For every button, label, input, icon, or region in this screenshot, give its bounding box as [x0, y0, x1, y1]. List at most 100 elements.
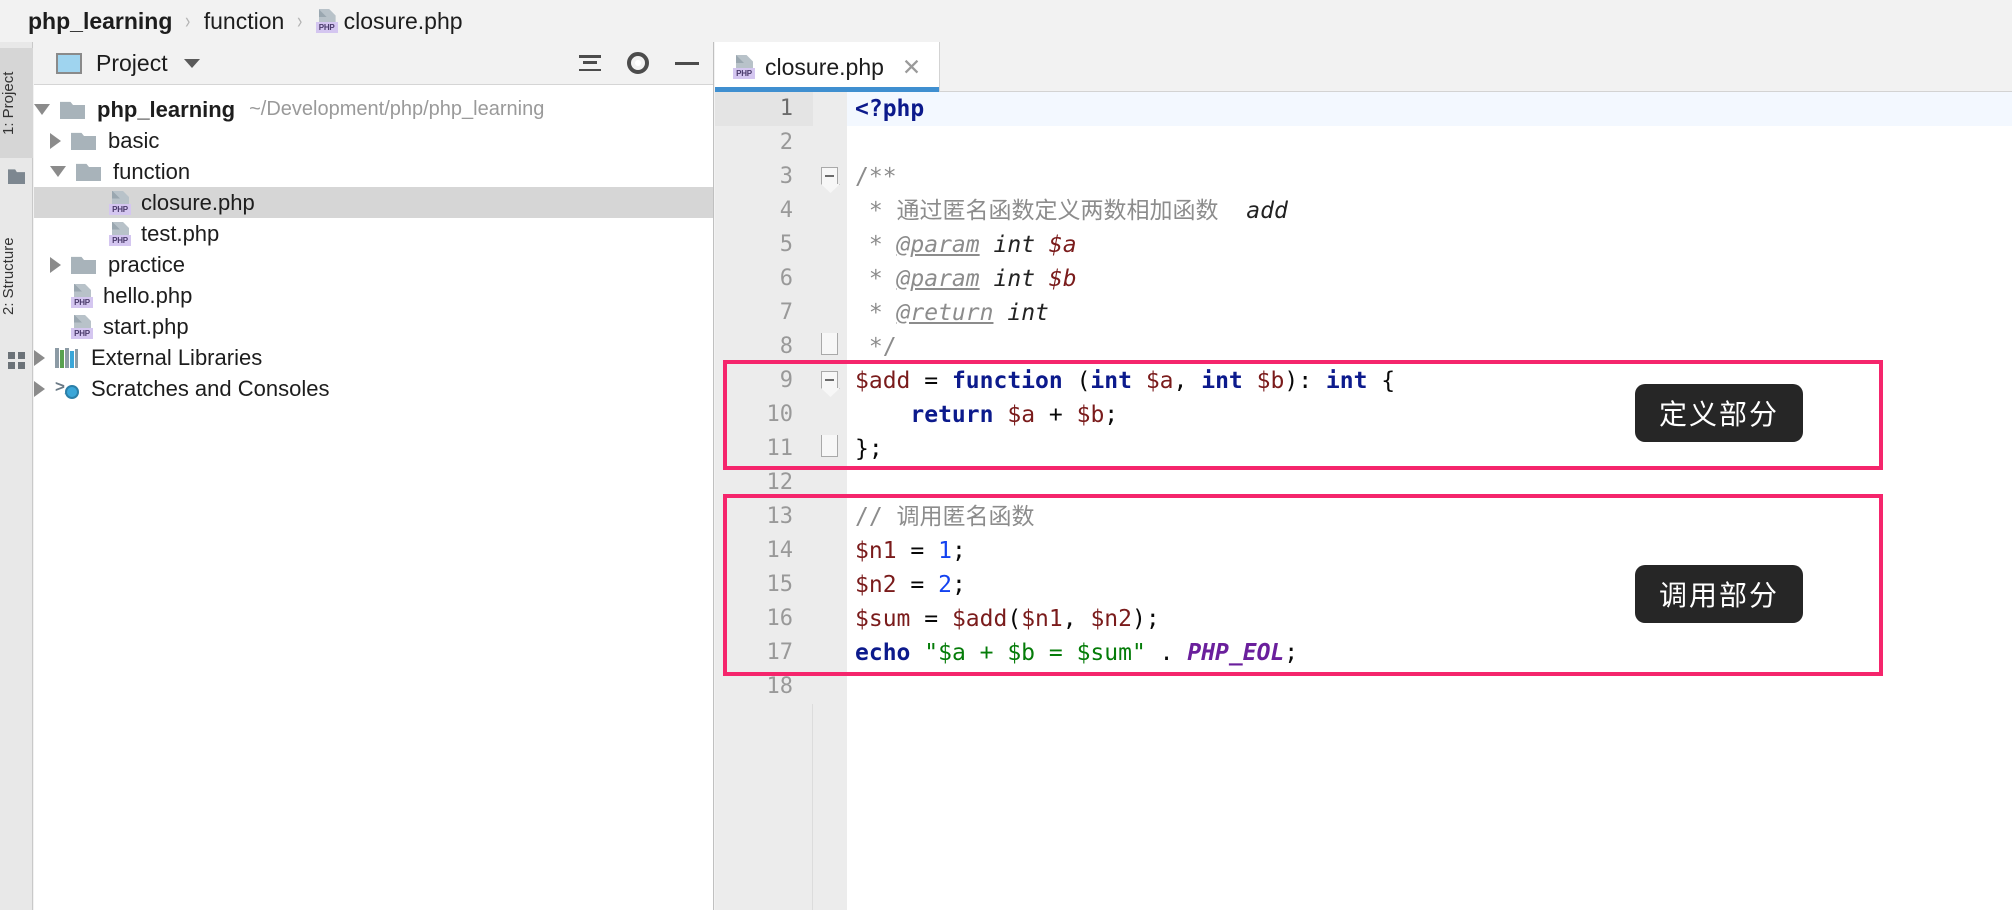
code-line[interactable]: 17 echo "$a + $b = $sum" . PHP_EOL; [715, 636, 2012, 670]
code-token: return [910, 402, 994, 428]
php-file-icon: PHP [109, 190, 131, 215]
code-line-text: echo "$a + $b = $sum" . PHP_EOL; [847, 636, 2012, 670]
tree-twisty-closed[interactable] [34, 349, 45, 366]
tree-item-label: start.php [103, 313, 189, 339]
tool-window-button-structure[interactable]: 2: Structure [0, 212, 33, 340]
code-line-text: /** [847, 160, 2012, 194]
tree-item-start-php[interactable]: PHP start.php [34, 311, 713, 342]
gear-icon[interactable] [627, 52, 649, 74]
code-line-text: <?php [847, 92, 2012, 126]
code-token: $add [855, 368, 911, 394]
tree-item-path: ~/Development/php/php_learning [249, 98, 545, 120]
fold-spacer [813, 194, 847, 228]
code-token: $n2 [1090, 606, 1132, 632]
breadcrumb-item-folder[interactable]: function [204, 8, 285, 35]
editor-tab-label: closure.php [765, 53, 884, 80]
code-token: = [910, 368, 952, 394]
tree-item-practice[interactable]: practice [34, 249, 713, 280]
code-token: ): [1284, 368, 1326, 394]
line-number: 8 [715, 330, 813, 364]
code-editor[interactable]: 1 <?php 2 3/** 4 * 通过匿名函数定义两数相加函数 add 5 * @pa… [715, 92, 2012, 910]
code-line[interactable]: 5 * @param int $a [715, 228, 2012, 262]
chevron-down-icon[interactable] [183, 58, 200, 68]
code-line-text: */ [847, 330, 2012, 364]
code-token: $n2 [855, 572, 897, 598]
fold-spacer [813, 670, 847, 704]
tree-item-php-learning[interactable]: php_learning ~/Development/php/php_learni… [34, 94, 713, 125]
fold-spacer [813, 602, 847, 636]
code-line[interactable]: 6 * @param int $b [715, 262, 2012, 296]
tree-item-test-php[interactable]: PHP test.php [34, 218, 713, 249]
code-fold-toggle[interactable] [813, 160, 847, 194]
code-line[interactable]: 4 * 通过匿名函数定义两数相加函数 add [715, 194, 2012, 228]
code-line[interactable]: 12 [715, 466, 2012, 500]
code-line[interactable]: 10 return $a + $b; [715, 398, 2012, 432]
code-line[interactable]: 16 $sum = $add($n1, $n2); [715, 602, 2012, 636]
tree-item-label: test.php [141, 220, 220, 246]
code-token: 2 [938, 572, 952, 598]
grid-icon[interactable] [8, 352, 25, 369]
code-token: * 通过匿名函数定义两数相加函数 [855, 198, 1247, 224]
code-line[interactable]: 9 $add = function (int $a, int $b): int { [715, 364, 2012, 398]
tree-item-external-libraries[interactable]: External Libraries [34, 342, 713, 373]
tree-item-label: basic [108, 127, 160, 153]
line-number: 6 [715, 262, 813, 296]
code-line[interactable]: 3 /** [715, 160, 2012, 194]
editor-tab-closure-php[interactable]: PHP closure.php ✕ [715, 42, 941, 92]
code-token: add [1246, 198, 1288, 224]
code-token: $b [1076, 402, 1105, 428]
fold-spacer [813, 398, 847, 432]
tree-twisty-closed[interactable] [34, 380, 45, 397]
collapse-all-icon[interactable] [579, 53, 601, 73]
breadcrumb-item-file[interactable]: PHP closure.php [315, 8, 463, 35]
tree-twisty-closed[interactable] [50, 132, 61, 149]
code-line[interactable]: 7 * @return int [715, 296, 2012, 330]
code-line-text: * @return int [847, 296, 2012, 330]
code-fold-toggle[interactable] [813, 432, 847, 466]
code-line[interactable]: 11}; [715, 432, 2012, 466]
libraries-icon [55, 347, 79, 368]
code-line[interactable]: 18 [715, 670, 2012, 704]
code-fold-toggle[interactable] [813, 330, 847, 364]
fold-spacer [813, 466, 847, 500]
code-line[interactable]: 2 [715, 126, 2012, 160]
tree-item-label: practice [108, 251, 186, 277]
code-token: * [855, 266, 897, 292]
code-token: @param [896, 266, 980, 292]
tool-window-button-project[interactable]: 1: Project [0, 48, 33, 158]
project-icon [56, 52, 82, 74]
folder-icon[interactable] [8, 169, 25, 184]
tree-item-closure-php[interactable]: PHP closure.php [34, 187, 713, 218]
tree-item-basic[interactable]: basic [34, 125, 713, 156]
code-line[interactable]: 15 $n2 = 2; [715, 568, 2012, 602]
tree-item-function[interactable]: function [34, 156, 713, 187]
breadcrumb-item-project[interactable]: php_learning [28, 8, 172, 35]
code-token: @param [896, 232, 980, 258]
code-line[interactable]: 1 <?php [715, 92, 2012, 126]
minimize-icon[interactable] [675, 61, 699, 65]
code-line[interactable]: 13 // 调用匿名函数 [715, 500, 2012, 534]
tree-item-hello-php[interactable]: PHP hello.php [34, 280, 713, 311]
tree-item-scratches-and-consoles[interactable]: >_ Scratches and Consoles [34, 373, 713, 404]
code-token: ( [1007, 606, 1022, 632]
folder-icon [60, 101, 85, 119]
code-token: = [896, 572, 939, 598]
code-token: 1 [938, 538, 952, 564]
editor-tab-bar: PHP closure.php ✕ [715, 42, 2012, 92]
line-number: 12 [715, 466, 813, 500]
tree-twisty-open[interactable] [50, 166, 66, 177]
code-fold-toggle[interactable] [813, 364, 847, 398]
tree-twisty-open[interactable] [34, 104, 50, 115]
close-icon[interactable]: ✕ [902, 55, 921, 79]
code-line[interactable]: 14 $n1 = 1; [715, 534, 2012, 568]
code-line[interactable]: 8 */ [715, 330, 2012, 364]
ide-window: php_learning › function › PHP closure.ph… [0, 0, 2012, 910]
project-panel-title[interactable]: Project [96, 50, 168, 77]
tree-twisty-closed[interactable] [50, 256, 61, 273]
folder-icon [71, 256, 96, 274]
code-line-text: * 通过匿名函数定义两数相加函数 add [847, 194, 2012, 228]
